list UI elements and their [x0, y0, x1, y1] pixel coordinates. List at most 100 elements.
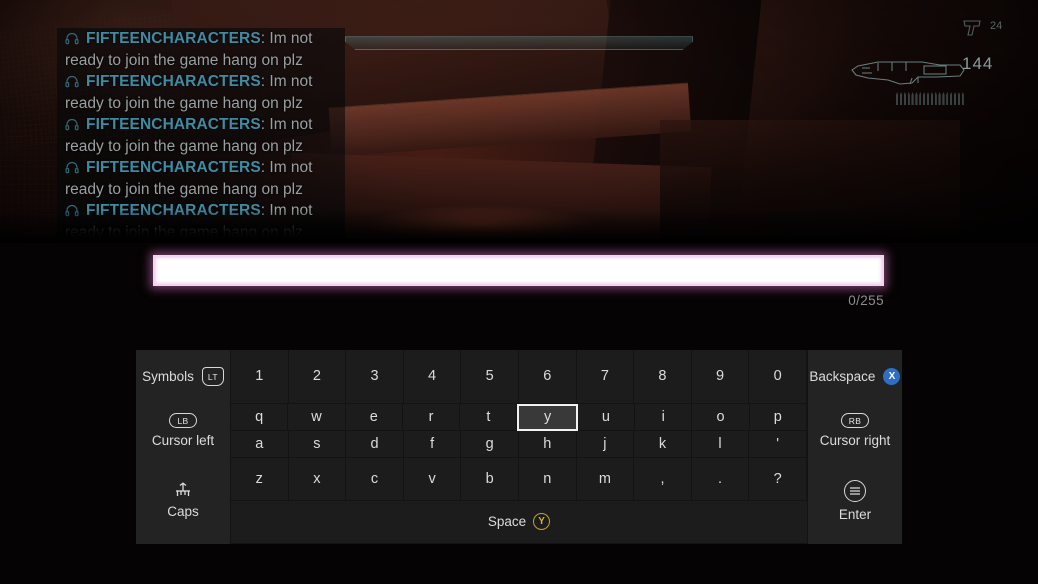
chat-username: FIFTEENCHARACTERS [86, 116, 261, 133]
key-a[interactable]: a [231, 430, 289, 458]
key-caps[interactable]: Caps [136, 457, 231, 544]
key-question[interactable]: ? [749, 457, 807, 501]
chat-separator: : [260, 116, 270, 133]
key-6[interactable]: 6 [518, 350, 577, 404]
chat-separator: : [260, 202, 270, 219]
primary-weapon-icon [848, 50, 968, 92]
primary-ammo-count: 144 [962, 54, 994, 73]
key-period[interactable]: . [691, 457, 750, 501]
key-enter-label: Enter [838, 506, 872, 522]
character-counter: 0/255 [848, 293, 884, 308]
key-m[interactable]: m [576, 457, 635, 501]
key-caps-label: Caps [167, 504, 199, 520]
key-p[interactable]: p [749, 403, 807, 431]
scene-beam-ceiling [170, 0, 620, 153]
chat-message: FIFTEENCHARACTERS: Im not ready to join … [57, 114, 345, 157]
key-apostrophe[interactable]: ' [749, 430, 807, 458]
keyboard-row-zxcv: Caps z x c v b n m , . ? Space Y Enter [136, 457, 902, 544]
chat-message: FIFTEENCHARACTERS: Im not ready to join … [57, 28, 345, 71]
key-k[interactable]: k [634, 430, 692, 458]
secondary-weapon-icon [962, 18, 988, 38]
chat-username: FIFTEENCHARACTERS [86, 202, 261, 219]
key-space[interactable]: Space Y [231, 500, 807, 544]
scene-shadow-right [660, 120, 960, 243]
key-cursor-left[interactable]: LB Cursor left [136, 403, 231, 458]
headset-icon [65, 75, 79, 88]
trigger-lt-icon: LT [201, 367, 224, 387]
key-q[interactable]: q [231, 403, 289, 431]
headset-icon [65, 161, 79, 174]
key-w[interactable]: w [288, 403, 346, 431]
key-o[interactable]: o [692, 403, 750, 431]
key-symbols-label: Symbols [142, 369, 194, 385]
key-4[interactable]: 4 [403, 350, 462, 404]
key-x[interactable]: x [288, 457, 347, 501]
bumper-lb-icon: LB [169, 413, 197, 429]
key-g[interactable]: g [461, 430, 519, 458]
game-screen: 24 144 FIFTEENCHARACTERS: Im not ready t… [0, 0, 1038, 584]
key-2[interactable]: 2 [288, 350, 347, 404]
key-z[interactable]: z [231, 457, 289, 501]
key-j[interactable]: j [576, 430, 635, 458]
secondary-ammo-count: 24 [990, 20, 1003, 32]
key-i[interactable]: i [635, 403, 693, 431]
on-screen-keyboard[interactable]: Symbols LT 1 2 3 4 5 6 7 8 9 0 Backspace… [136, 350, 902, 544]
key-space-label: Space [487, 514, 527, 530]
game-viewport: 24 144 FIFTEENCHARACTERS: Im not ready t… [0, 0, 1038, 243]
key-s[interactable]: s [288, 430, 347, 458]
bumper-rb-icon: RB [841, 413, 869, 429]
key-d[interactable]: d [346, 430, 404, 458]
key-r[interactable]: r [402, 403, 461, 431]
chat-username: FIFTEENCHARACTERS [86, 159, 261, 176]
key-cursor-left-label: Cursor left [151, 433, 215, 449]
key-v[interactable]: v [403, 457, 462, 501]
headset-icon [65, 118, 79, 131]
key-1[interactable]: 1 [231, 350, 289, 404]
key-n[interactable]: n [518, 457, 577, 501]
chat-text: Im not ready to join the game hang on pl… [65, 116, 313, 155]
key-3[interactable]: 3 [346, 350, 404, 404]
chat-log: FIFTEENCHARACTERS: Im not ready to join … [57, 28, 345, 243]
chat-separator: : [260, 73, 270, 90]
keyboard-row-qwerty: LB Cursor left q w e r t y u i o p a s d… [136, 403, 902, 458]
key-backspace[interactable]: Backspace X [806, 350, 902, 404]
keyboard-row-numbers: Symbols LT 1 2 3 4 5 6 7 8 9 0 Backspace… [136, 350, 902, 404]
key-0[interactable]: 0 [749, 350, 807, 404]
key-t[interactable]: t [460, 403, 518, 431]
key-8[interactable]: 8 [634, 350, 692, 404]
scene-bottom-fade [0, 209, 1038, 243]
key-9[interactable]: 9 [691, 350, 750, 404]
chat-text: Im not ready to join the game hang on pl… [65, 73, 313, 112]
chat-message: FIFTEENCHARACTERS: Im not ready to join … [57, 200, 345, 243]
shield-bar [345, 36, 693, 50]
button-y-icon: Y [533, 513, 551, 531]
text-entry-area: 0/255 [153, 255, 884, 308]
scene-grate-lower [0, 120, 170, 243]
scene-beam-floor [288, 152, 712, 243]
key-f[interactable]: f [403, 430, 462, 458]
key-c[interactable]: c [346, 457, 404, 501]
chat-message: FIFTEENCHARACTERS: Im not ready to join … [57, 157, 345, 200]
button-x-icon: X [883, 368, 901, 386]
key-h[interactable]: h [518, 430, 577, 458]
chat-text: Im not ready to join the game hang on pl… [65, 202, 313, 241]
scene-beam-right-wall [588, 0, 762, 228]
key-u[interactable]: u [577, 403, 636, 431]
key-symbols[interactable]: Symbols LT [136, 350, 231, 404]
key-e[interactable]: e [345, 403, 403, 431]
key-7[interactable]: 7 [576, 350, 635, 404]
key-5[interactable]: 5 [461, 350, 519, 404]
key-y[interactable]: y [517, 403, 578, 431]
scene-vignette [0, 0, 1038, 243]
menu-button-icon [844, 479, 866, 502]
message-input[interactable] [153, 255, 884, 286]
key-cursor-right[interactable]: RB Cursor right [807, 403, 902, 458]
key-comma[interactable]: , [634, 457, 692, 501]
key-l[interactable]: l [691, 430, 750, 458]
key-b[interactable]: b [461, 457, 519, 501]
key-enter[interactable]: Enter [807, 457, 902, 544]
caps-shift-icon [172, 482, 194, 499]
chat-text: Im not ready to join the game hang on pl… [65, 159, 313, 198]
key-backspace-label: Backspace [809, 369, 876, 385]
key-cursor-right-label: Cursor right [819, 433, 891, 449]
